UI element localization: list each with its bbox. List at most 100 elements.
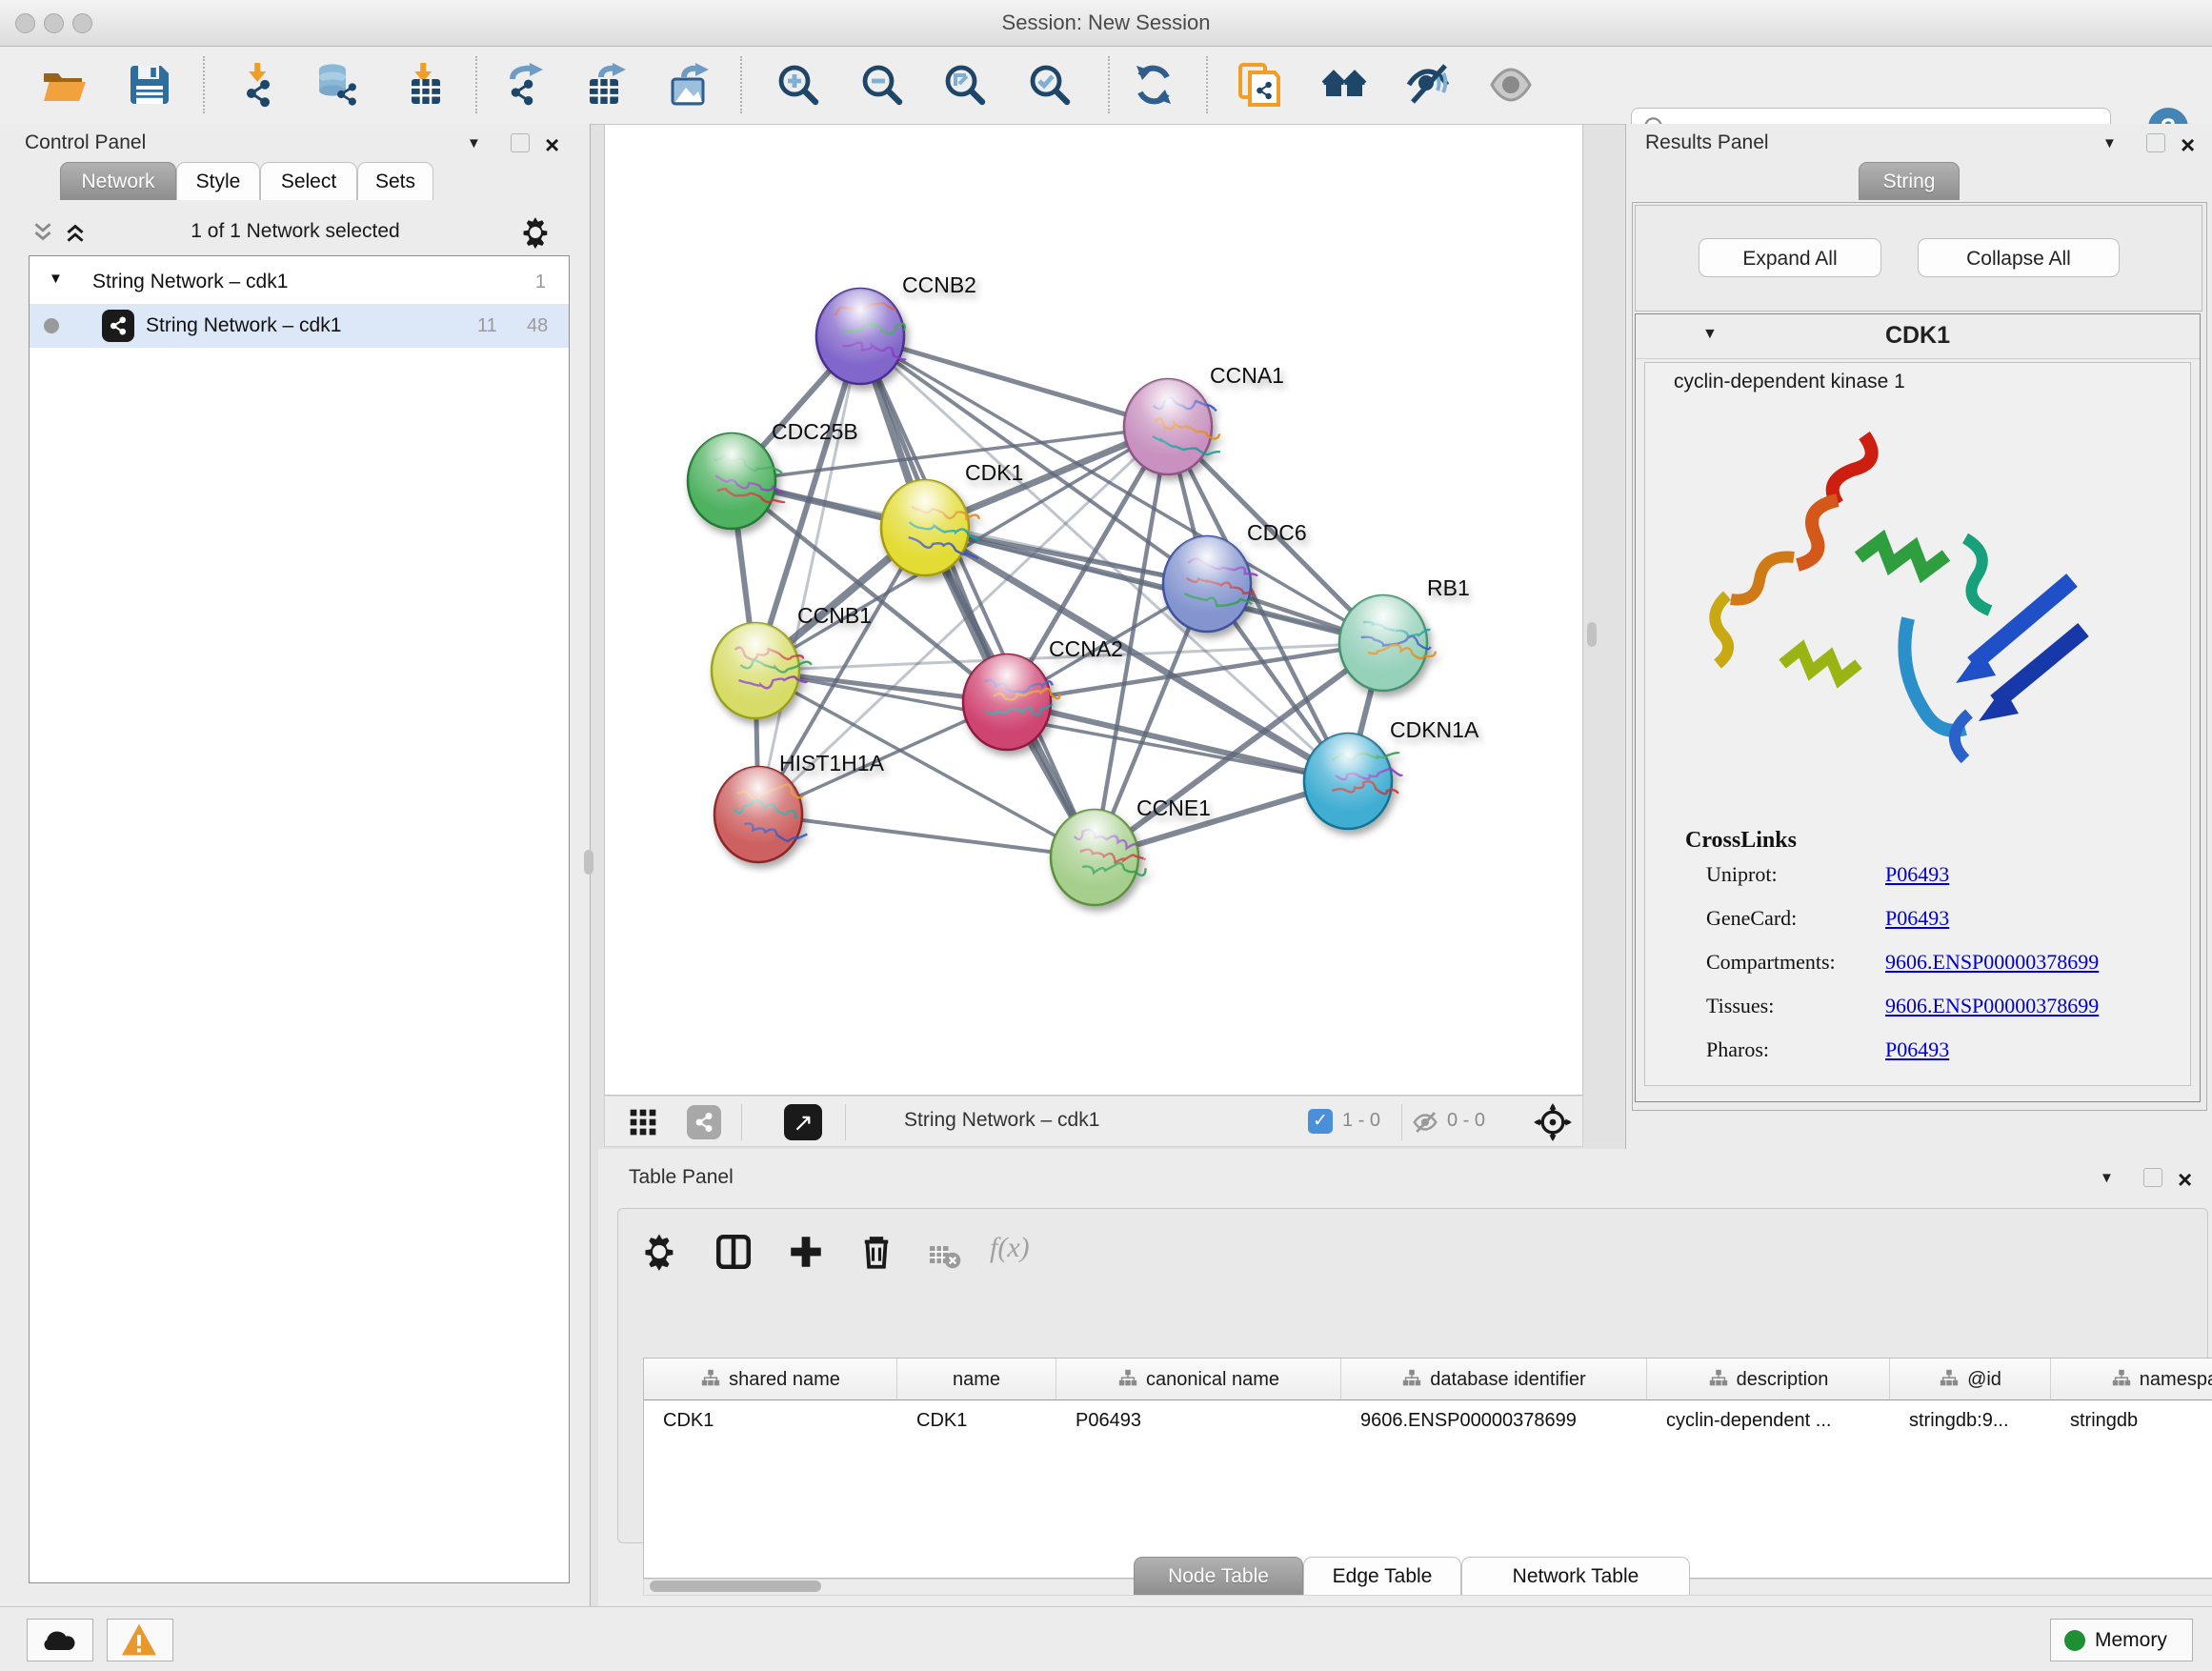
node-RB1[interactable]: RB1	[1339, 575, 1470, 691]
table-cell[interactable]: cyclin-dependent ...	[1647, 1400, 1890, 1440]
table-panel-float-icon[interactable]	[2143, 1168, 2162, 1187]
edge-CCNB2-CCNE1[interactable]	[860, 336, 1095, 857]
cloud-button[interactable]	[27, 1619, 93, 1661]
crosshair-icon[interactable]	[1534, 1103, 1572, 1141]
export-network-icon[interactable]	[501, 62, 547, 108]
edge-CCNA2-CDKN1A[interactable]	[1007, 702, 1348, 781]
table-panel-collapse-icon[interactable]: ▼	[2100, 1170, 2114, 1186]
network-options-gear-icon[interactable]	[518, 215, 553, 250]
crosslink-label: Uniprot:	[1706, 862, 1778, 887]
crosslink-value-link[interactable]: 9606.ENSP00000378699	[1885, 950, 2099, 975]
memory-button[interactable]: Memory	[2050, 1619, 2193, 1661]
network-view-title: String Network – cdk1	[904, 1109, 1099, 1132]
node-label-HIST1H1A: HIST1H1A	[779, 751, 885, 775]
table-cell[interactable]: CDK1	[897, 1400, 1056, 1440]
node-CCNB2[interactable]: CCNB2	[816, 272, 976, 384]
tab-node-table[interactable]: Node Table	[1134, 1557, 1303, 1595]
protein-section-header[interactable]: ▼ CDK1	[1636, 314, 2200, 359]
node-CCNA1[interactable]: CCNA1	[1124, 363, 1284, 474]
splitter-grip[interactable]	[1587, 622, 1597, 647]
node-HIST1H1A[interactable]: HIST1H1A	[714, 751, 885, 862]
results-panel-float-icon[interactable]	[2146, 133, 2165, 152]
control-panel-close-icon[interactable]: ×	[545, 135, 559, 154]
open-session-icon[interactable]	[42, 62, 88, 108]
column-header-namespace[interactable]: namespace	[2051, 1359, 2212, 1400]
birdseye-view-icon[interactable]: ↗	[784, 1104, 822, 1140]
hide-selected-icon[interactable]	[1405, 62, 1451, 108]
zoom-fit-icon[interactable]	[942, 62, 988, 108]
tab-style[interactable]: Style	[176, 162, 260, 200]
zoom-selected-icon[interactable]	[1027, 62, 1073, 108]
expand-all-button[interactable]: Expand All	[1699, 238, 1881, 277]
memory-status-dot	[2064, 1630, 2085, 1651]
collection-count: 1	[535, 272, 546, 293]
tab-string[interactable]: String	[1859, 162, 1960, 200]
table-panel-close-icon[interactable]: ×	[2178, 1170, 2192, 1189]
zoom-in-icon[interactable]	[775, 62, 821, 108]
control-panel-collapse-icon[interactable]: ▼	[467, 135, 481, 151]
results-panel-collapse-icon[interactable]: ▼	[2102, 135, 2117, 151]
node-CDK1[interactable]: CDK1	[881, 460, 1023, 575]
function-builder-icon[interactable]: f(x)	[990, 1232, 1030, 1264]
splitter-grip[interactable]	[584, 850, 593, 875]
import-network-database-icon[interactable]	[314, 62, 360, 108]
column-header-name[interactable]: name	[897, 1359, 1056, 1400]
clone-network-icon[interactable]	[1237, 62, 1282, 108]
collection-expand-icon[interactable]: ▼	[49, 271, 63, 287]
import-network-file-icon[interactable]	[234, 62, 280, 108]
crosslink-value-link[interactable]: P06493	[1885, 862, 1949, 887]
column-header-@id[interactable]: @id	[1890, 1359, 2051, 1400]
table-options-gear-icon[interactable]	[639, 1232, 679, 1272]
tab-select[interactable]: Select	[260, 162, 357, 200]
selected-checkbox-icon[interactable]: ✓	[1308, 1109, 1333, 1134]
warnings-button[interactable]	[107, 1619, 173, 1661]
edge-CCNB2-HIST1H1A[interactable]	[758, 336, 860, 815]
tab-network-table[interactable]: Network Table	[1461, 1557, 1690, 1595]
table-cell[interactable]: 9606.ENSP00000378699	[1341, 1400, 1647, 1440]
network-node-count: 11	[477, 315, 497, 337]
crosslink-value-link[interactable]: P06493	[1885, 906, 1949, 931]
node-CDKN1A[interactable]: CDKN1A	[1304, 717, 1479, 829]
crosslink-value-link[interactable]: P06493	[1885, 1037, 1949, 1062]
results-panel-close-icon[interactable]: ×	[2181, 135, 2195, 154]
network-collection-row[interactable]: ▼ String Network – cdk1 1	[30, 260, 569, 304]
table-cell[interactable]: stringdb	[2051, 1400, 2212, 1440]
network-share-icon[interactable]	[687, 1105, 721, 1139]
export-image-icon[interactable]	[667, 62, 713, 108]
tab-edge-table[interactable]: Edge Table	[1303, 1557, 1461, 1595]
node-CDC6[interactable]: CDC6	[1163, 520, 1307, 632]
control-panel-float-icon[interactable]	[511, 133, 530, 152]
scrollbar-thumb[interactable]	[650, 1580, 821, 1592]
tab-sets[interactable]: Sets	[357, 162, 433, 200]
table-cell[interactable]: P06493	[1056, 1400, 1341, 1440]
statusbar-separator	[1401, 1104, 1402, 1140]
column-header-description[interactable]: description	[1647, 1359, 1890, 1400]
column-header-shared-name[interactable]: shared name	[644, 1359, 897, 1400]
network-view-canvas[interactable]: CCNB2CCNA1CDC25BCDK1CDC6RB1CCNB1CCNA2CDK…	[604, 124, 1583, 1096]
edge-CCNB2-CCNA1[interactable]	[860, 336, 1168, 427]
show-columns-icon[interactable]	[714, 1232, 754, 1272]
node-table[interactable]: shared nameCDK1nameCDK1canonical nameP06…	[643, 1358, 2212, 1579]
edge-HIST1H1A-CCNE1[interactable]	[758, 815, 1095, 857]
network-graph[interactable]: CCNB2CCNA1CDC25BCDK1CDC6RB1CCNB1CCNA2CDK…	[605, 125, 1584, 1097]
column-header-database-identifier[interactable]: database identifier	[1341, 1359, 1647, 1400]
first-neighbors-icon[interactable]	[1321, 62, 1367, 108]
save-session-icon[interactable]	[127, 62, 172, 108]
network-row-selected[interactable]: String Network – cdk1 11 48	[30, 304, 569, 348]
table-cell[interactable]: CDK1	[644, 1400, 897, 1440]
zoom-out-icon[interactable]	[859, 62, 905, 108]
create-column-plus-icon[interactable]	[786, 1232, 826, 1272]
table-panel: Table Panel ▼ ×	[598, 1149, 2212, 1606]
crosslink-value-link[interactable]: 9606.ENSP00000378699	[1885, 994, 2099, 1018]
table-cell[interactable]: stringdb:9...	[1890, 1400, 2051, 1440]
export-table-icon[interactable]	[584, 62, 630, 108]
column-header-canonical-name[interactable]: canonical name	[1056, 1359, 1341, 1400]
apply-layout-icon[interactable]	[1131, 62, 1176, 108]
import-table-file-icon[interactable]	[400, 62, 446, 108]
delete-table-icon[interactable]	[927, 1238, 961, 1272]
tab-network[interactable]: Network	[60, 162, 176, 200]
grid-view-icon[interactable]	[628, 1107, 658, 1137]
delete-column-trash-icon[interactable]	[856, 1232, 896, 1272]
collapse-all-button[interactable]: Collapse All	[1918, 238, 2120, 277]
show-all-icon[interactable]	[1488, 62, 1534, 108]
